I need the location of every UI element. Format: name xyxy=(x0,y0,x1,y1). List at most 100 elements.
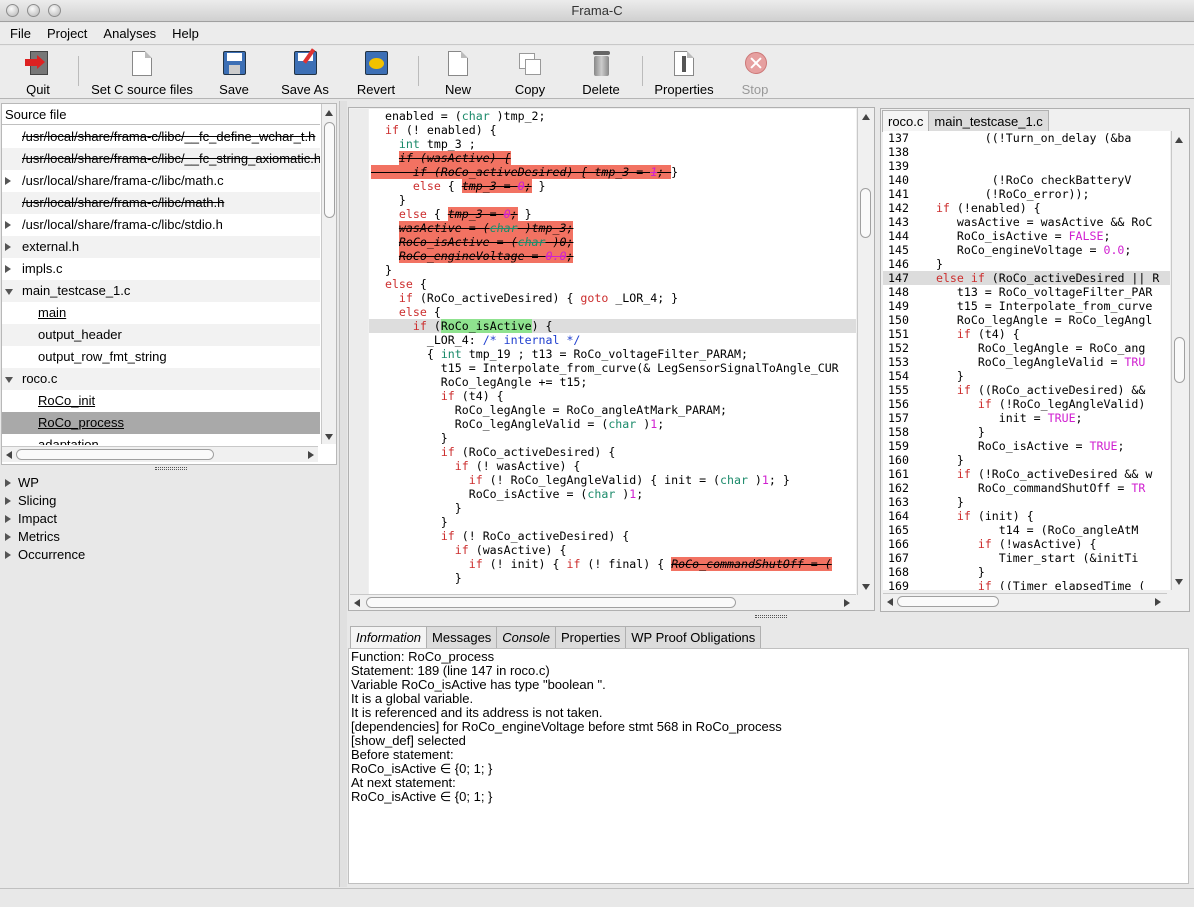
code-line[interactable]: RoCo_isActive = (char )1; xyxy=(369,487,856,501)
source-line[interactable]: 152 RoCo_legAngle = RoCo_ang xyxy=(883,341,1170,355)
source-line[interactable]: 153 RoCo_legAngleValid = TRU xyxy=(883,355,1170,369)
plugin-wp[interactable]: WP xyxy=(2,474,338,492)
code-line[interactable]: if (! RoCo_legAngleValid) { init = (char… xyxy=(369,473,856,487)
code-line[interactable]: } xyxy=(369,501,856,515)
source-line[interactable]: 150 RoCo_legAngle = RoCo_legAngl xyxy=(883,313,1170,327)
code-line[interactable]: wasActive = (char )tmp_3; xyxy=(369,221,856,235)
source-line[interactable]: 138 xyxy=(883,145,1170,159)
scrollbar-thumb[interactable] xyxy=(366,597,736,608)
zoom-window-button[interactable] xyxy=(48,4,61,17)
code-line[interactable]: } xyxy=(369,263,856,277)
tree-function-item[interactable]: RoCo_init xyxy=(2,390,320,412)
pane-resize-handle[interactable] xyxy=(755,615,787,618)
expand-arrow-icon[interactable] xyxy=(5,515,11,523)
code-line[interactable]: if (! init) { if (! final) { RoCo_comman… xyxy=(369,557,856,571)
code-line[interactable]: } xyxy=(369,431,856,445)
scrollbar-thumb[interactable] xyxy=(897,596,999,607)
close-window-button[interactable] xyxy=(6,4,19,17)
code-line[interactable]: if (! RoCo_activeDesired) { xyxy=(369,529,856,543)
source-line[interactable]: 163 } xyxy=(883,495,1170,509)
original-source-listing[interactable]: 137 ((!Turn_on_delay (&ba 138 139 140 (!RoC… xyxy=(883,131,1170,590)
code-line[interactable]: } xyxy=(369,193,856,207)
code-vertical-scrollbar[interactable] xyxy=(857,108,873,595)
tree-file-item[interactable]: /usr/local/share/frama-c/libc/math.c xyxy=(2,170,320,192)
tab-roco-c[interactable]: roco.c xyxy=(882,110,930,132)
tree-function-item[interactable]: output_header xyxy=(2,324,320,346)
source-line[interactable]: 140 (!RoCo checkBatteryV xyxy=(883,173,1170,187)
scrollbar-thumb[interactable] xyxy=(1174,337,1185,383)
listing-horizontal-scrollbar[interactable] xyxy=(883,593,1167,609)
source-list-horizontal-scrollbar[interactable] xyxy=(2,446,318,462)
expand-arrow-icon[interactable] xyxy=(5,533,11,541)
code-line[interactable]: if (RoCo_activeDesired) { xyxy=(369,445,856,459)
scrollbar-thumb[interactable] xyxy=(860,188,871,238)
source-file-column-header[interactable]: Source file xyxy=(2,104,320,125)
plugin-slicing[interactable]: Slicing xyxy=(2,492,338,510)
vertical-pane-divider[interactable] xyxy=(339,101,347,887)
expand-arrow-icon[interactable] xyxy=(5,243,11,251)
source-line[interactable]: 167 Timer_start (&initTi xyxy=(883,551,1170,565)
tab-main-testcase[interactable]: main_testcase_1.c xyxy=(928,110,1049,132)
expand-arrow-icon[interactable] xyxy=(5,265,11,273)
code-line[interactable]: RoCo_legAngleValid = (char )1; xyxy=(369,417,856,431)
source-line[interactable]: 148 t13 = RoCo_voltageFilter_PAR xyxy=(883,285,1170,299)
code-line[interactable]: if (RoCo_activeDesired) { tmp_3 = 1; } xyxy=(369,165,856,179)
delete-project-button[interactable]: Delete xyxy=(580,50,622,97)
source-line[interactable]: 143 wasActive = wasActive && RoC xyxy=(883,215,1170,229)
code-line[interactable]: if (wasActive) { xyxy=(369,543,856,557)
source-line[interactable]: 155 if ((RoCo_activeDesired) && xyxy=(883,383,1170,397)
source-line[interactable]: 149 t15 = Interpolate_from_curve xyxy=(883,299,1170,313)
tree-function-item[interactable]: output_row_fmt_string xyxy=(2,346,320,368)
menu-project[interactable]: Project xyxy=(39,23,95,45)
expand-arrow-icon[interactable] xyxy=(5,221,11,229)
code-line[interactable]: else { tmp_3 = 0; } xyxy=(369,207,856,221)
expand-arrow-icon[interactable] xyxy=(5,551,11,559)
code-line[interactable]: t15 = Interpolate_from_curve(& LegSensor… xyxy=(369,361,856,375)
source-line[interactable]: 160 } xyxy=(883,453,1170,467)
expand-arrow-icon[interactable] xyxy=(5,177,11,185)
code-line[interactable]: int tmp_3 ; xyxy=(369,137,856,151)
tab-properties[interactable]: Properties xyxy=(555,626,627,648)
code-horizontal-scrollbar[interactable] xyxy=(350,594,856,610)
source-line[interactable]: 151 if (t4) { xyxy=(883,327,1170,341)
source-line[interactable]: 168 } xyxy=(883,565,1170,579)
code-line[interactable]: if (RoCo_activeDesired) { goto _LOR_4; } xyxy=(369,291,856,305)
menu-help[interactable]: Help xyxy=(164,23,207,45)
source-line[interactable]: 157 init = TRUE; xyxy=(883,411,1170,425)
save-as-button[interactable]: Save As xyxy=(278,48,332,97)
code-line[interactable]: _LOR_4: /* internal */ xyxy=(369,333,856,347)
menu-analyses[interactable]: Analyses xyxy=(95,23,164,45)
code-line[interactable]: } xyxy=(369,571,856,585)
plugin-impact[interactable]: Impact xyxy=(2,510,338,528)
tab-wp-proof-obligations[interactable]: WP Proof Obligations xyxy=(625,626,762,648)
source-line[interactable]: 146 } xyxy=(883,257,1170,271)
tree-file-item[interactable]: main_testcase_1.c xyxy=(2,280,320,302)
collapse-arrow-icon[interactable] xyxy=(5,377,13,383)
tree-file-item[interactable]: impls.c xyxy=(2,258,320,280)
code-line[interactable]: RoCo_legAngle += t15; xyxy=(369,375,856,389)
source-line[interactable]: 144 RoCo_isActive = FALSE; xyxy=(883,229,1170,243)
new-project-button[interactable]: New xyxy=(440,50,476,97)
collapse-arrow-icon[interactable] xyxy=(5,289,13,295)
source-line[interactable]: 169 if ((Timer_elapsedTime ( xyxy=(883,579,1170,590)
code-line[interactable]: else { xyxy=(369,277,856,291)
pane-resize-handle[interactable] xyxy=(155,467,187,470)
code-line[interactable]: if (RoCo_isActive) { xyxy=(369,319,856,333)
plugin-occurrence[interactable]: Occurrence xyxy=(2,546,338,564)
tab-information[interactable]: Information xyxy=(350,626,428,648)
source-line[interactable]: 137 ((!Turn_on_delay (&ba xyxy=(883,131,1170,145)
source-line[interactable]: 142 if (!enabled) { xyxy=(883,201,1170,215)
properties-button[interactable]: Properties xyxy=(652,50,716,97)
code-line[interactable]: if (wasActive) { xyxy=(369,151,856,165)
code-line[interactable]: RoCo_legAngle = RoCo_angleAtMark_PARAM; xyxy=(369,403,856,417)
menu-file[interactable]: File xyxy=(0,23,39,45)
scrollbar-thumb[interactable] xyxy=(16,449,214,460)
source-line[interactable]: 164 if (init) { xyxy=(883,509,1170,523)
code-line[interactable]: { int tmp_19 ; t13 = RoCo_voltageFilter_… xyxy=(369,347,856,361)
tree-file-item[interactable]: external.h xyxy=(2,236,320,258)
code-line[interactable]: RoCo_engineVoltage = 0.0; xyxy=(369,249,856,263)
tree-function-item[interactable]: adaptation xyxy=(2,434,320,445)
source-line[interactable]: 165 t14 = (RoCo_angleAtM xyxy=(883,523,1170,537)
source-line[interactable]: 141 (!RoCo_error)); xyxy=(883,187,1170,201)
code-line[interactable]: if (t4) { xyxy=(369,389,856,403)
